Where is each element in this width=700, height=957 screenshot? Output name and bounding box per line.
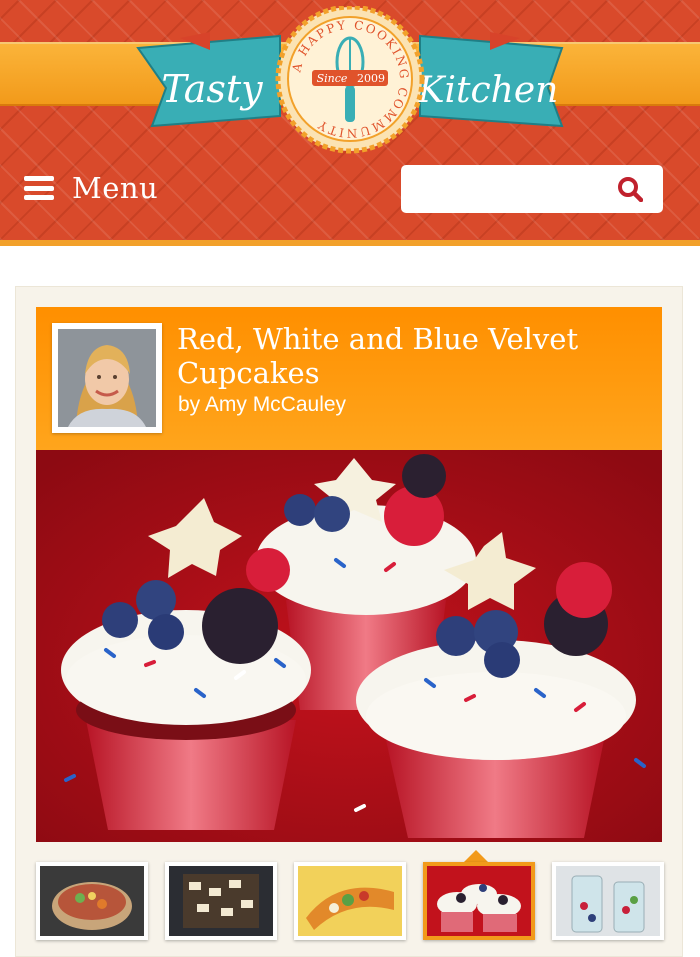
recipe-title[interactable]: Red, White and Blue Velvet Cupcakes	[177, 322, 647, 390]
tasty-kitchen-logo[interactable]: Tasty Kitchen A HAPPY COOKING COMMUNITY …	[130, 6, 570, 156]
menu-label: Menu	[72, 171, 159, 205]
site-header: Tasty Kitchen A HAPPY COOKING COMMUNITY …	[0, 0, 700, 246]
thumbnail-taco-shells[interactable]	[294, 862, 406, 940]
cupcakes-photo	[36, 450, 662, 842]
logo-since: Since	[317, 72, 348, 85]
recipe-thumbnail-strip	[36, 862, 664, 940]
author-avatar[interactable]	[52, 323, 162, 433]
thumbnail-smores-bars[interactable]	[165, 862, 277, 940]
thumbnail-berry-water[interactable]	[552, 862, 664, 940]
search-icon[interactable]	[617, 176, 643, 202]
thumbnail-salsa-bowl[interactable]	[36, 862, 148, 940]
logo-year: 2009	[357, 72, 385, 85]
logo-right-word: Kitchen	[417, 70, 559, 111]
author-photo	[58, 329, 156, 427]
hamburger-icon	[24, 176, 54, 200]
logo-left-word: Tasty	[161, 67, 263, 111]
active-thumbnail-pointer	[464, 850, 488, 862]
menu-button[interactable]: Menu	[24, 166, 184, 210]
thumbnail-cupcakes[interactable]	[423, 862, 535, 940]
search-box	[401, 165, 663, 213]
recipe-hero-image	[36, 450, 662, 842]
search-input[interactable]	[401, 165, 601, 213]
recipe-author[interactable]: by Amy McCauley	[178, 393, 346, 417]
